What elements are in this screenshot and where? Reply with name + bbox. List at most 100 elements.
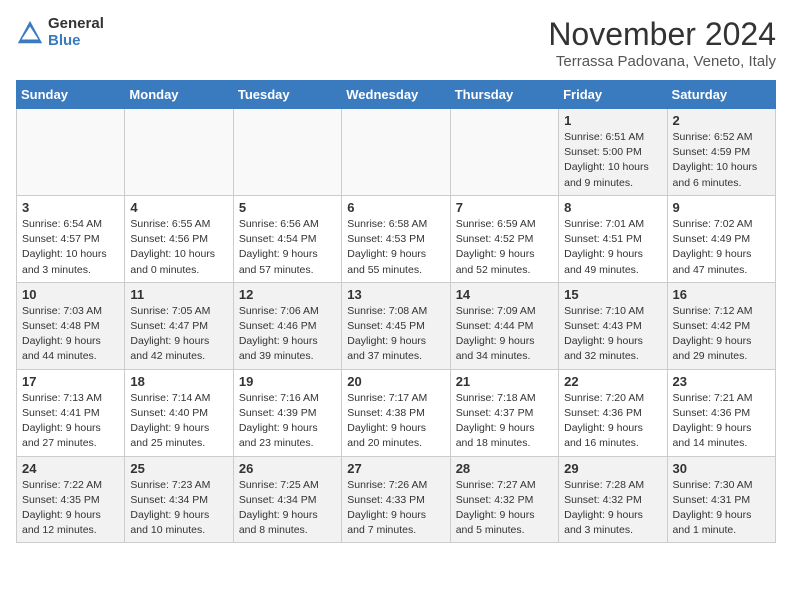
calendar-cell: 6 Sunrise: 6:58 AM Sunset: 4:53 PM Daylig… bbox=[342, 195, 450, 282]
calendar-week-row: 1 Sunrise: 6:51 AM Sunset: 5:00 PM Daylig… bbox=[17, 109, 776, 196]
day-number: 30 bbox=[673, 461, 770, 476]
calendar-cell: 7Sunrise: 6:59 AM Sunset: 4:52 PM Daylig… bbox=[450, 195, 558, 282]
calendar-cell: 21Sunrise: 7:18 AM Sunset: 4:37 PM Dayli… bbox=[450, 369, 558, 456]
calendar-cell: 11Sunrise: 7:05 AM Sunset: 4:47 PM Dayli… bbox=[125, 282, 233, 369]
day-number: 2 bbox=[673, 113, 770, 128]
calendar-week-row: 24 Sunrise: 7:22 AM Sunset: 4:35 PM Dayli… bbox=[17, 456, 776, 543]
day-number: 22 bbox=[564, 374, 661, 389]
cell-content: Sunrise: 7:09 AM Sunset: 4:44 PM Dayligh… bbox=[456, 304, 553, 365]
cell-content: Sunrise: 7:25 AM Sunset: 4:34 PM Dayligh… bbox=[239, 478, 336, 539]
day-number: 7 bbox=[456, 200, 553, 215]
calendar-cell: 22 Sunrise: 7:20 AM Sunset: 4:36 PM Dayli… bbox=[559, 369, 667, 456]
calendar-cell: 14Sunrise: 7:09 AM Sunset: 4:44 PM Dayli… bbox=[450, 282, 558, 369]
page-header: General Blue November 2024 Terrassa Pado… bbox=[16, 16, 776, 70]
calendar-header-row: SundayMondayTuesdayWednesdayThursdayFrid… bbox=[17, 81, 776, 109]
calendar-cell: 5 Sunrise: 6:56 AM Sunset: 4:54 PM Daylig… bbox=[233, 195, 341, 282]
day-number: 10 bbox=[22, 287, 119, 302]
calendar-cell: 3Sunrise: 6:54 AM Sunset: 4:57 PM Daylig… bbox=[17, 195, 125, 282]
day-number: 24 bbox=[22, 461, 119, 476]
day-number: 9 bbox=[673, 200, 770, 215]
calendar-cell: 13Sunrise: 7:08 AM Sunset: 4:45 PM Dayli… bbox=[342, 282, 450, 369]
cell-content: Sunrise: 7:18 AM Sunset: 4:37 PM Dayligh… bbox=[456, 391, 553, 452]
month-title: November 2024 bbox=[548, 16, 776, 53]
logo: General Blue bbox=[16, 16, 104, 49]
cell-content: Sunrise: 7:06 AM Sunset: 4:46 PM Dayligh… bbox=[239, 304, 336, 365]
day-number: 4 bbox=[130, 200, 227, 215]
calendar-cell: 17 Sunrise: 7:13 AM Sunset: 4:41 PM Dayli… bbox=[17, 369, 125, 456]
cell-content: Sunrise: 7:03 AM Sunset: 4:48 PM Dayligh… bbox=[22, 304, 119, 365]
calendar-cell: 4 Sunrise: 6:55 AM Sunset: 4:56 PM Daylig… bbox=[125, 195, 233, 282]
cell-content: Sunrise: 6:58 AM Sunset: 4:53 PM Dayligh… bbox=[347, 217, 444, 278]
col-header-friday: Friday bbox=[559, 81, 667, 109]
day-number: 8 bbox=[564, 200, 661, 215]
col-header-tuesday: Tuesday bbox=[233, 81, 341, 109]
col-header-wednesday: Wednesday bbox=[342, 81, 450, 109]
logo-icon bbox=[16, 19, 44, 47]
day-number: 15 bbox=[564, 287, 661, 302]
calendar-week-row: 17 Sunrise: 7:13 AM Sunset: 4:41 PM Dayli… bbox=[17, 369, 776, 456]
calendar-cell: 18 Sunrise: 7:14 AM Sunset: 4:40 PM Dayli… bbox=[125, 369, 233, 456]
cell-content: Sunrise: 6:56 AM Sunset: 4:54 PM Dayligh… bbox=[239, 217, 336, 278]
cell-content: Sunrise: 6:55 AM Sunset: 4:56 PM Dayligh… bbox=[130, 217, 227, 278]
calendar-cell: 20 Sunrise: 7:17 AM Sunset: 4:38 PM Dayli… bbox=[342, 369, 450, 456]
day-number: 26 bbox=[239, 461, 336, 476]
cell-content: Sunrise: 7:14 AM Sunset: 4:40 PM Dayligh… bbox=[130, 391, 227, 452]
day-number: 27 bbox=[347, 461, 444, 476]
calendar-cell: 12 Sunrise: 7:06 AM Sunset: 4:46 PM Dayli… bbox=[233, 282, 341, 369]
calendar-cell: 9 Sunrise: 7:02 AM Sunset: 4:49 PM Daylig… bbox=[667, 195, 775, 282]
cell-content: Sunrise: 7:13 AM Sunset: 4:41 PM Dayligh… bbox=[22, 391, 119, 452]
logo-blue-text: Blue bbox=[48, 33, 104, 50]
day-number: 29 bbox=[564, 461, 661, 476]
day-number: 25 bbox=[130, 461, 227, 476]
day-number: 18 bbox=[130, 374, 227, 389]
day-number: 5 bbox=[239, 200, 336, 215]
cell-content: Sunrise: 7:08 AM Sunset: 4:45 PM Dayligh… bbox=[347, 304, 444, 365]
calendar-cell: 2 Sunrise: 6:52 AM Sunset: 4:59 PM Daylig… bbox=[667, 109, 775, 196]
calendar-cell: 27 Sunrise: 7:26 AM Sunset: 4:33 PM Dayli… bbox=[342, 456, 450, 543]
col-header-saturday: Saturday bbox=[667, 81, 775, 109]
calendar-cell bbox=[342, 109, 450, 196]
cell-content: Sunrise: 7:26 AM Sunset: 4:33 PM Dayligh… bbox=[347, 478, 444, 539]
day-number: 17 bbox=[22, 374, 119, 389]
cell-content: Sunrise: 7:17 AM Sunset: 4:38 PM Dayligh… bbox=[347, 391, 444, 452]
cell-content: Sunrise: 7:27 AM Sunset: 4:32 PM Dayligh… bbox=[456, 478, 553, 539]
cell-content: Sunrise: 7:16 AM Sunset: 4:39 PM Dayligh… bbox=[239, 391, 336, 452]
cell-content: Sunrise: 7:22 AM Sunset: 4:35 PM Dayligh… bbox=[22, 478, 119, 539]
cell-content: Sunrise: 7:01 AM Sunset: 4:51 PM Dayligh… bbox=[564, 217, 661, 278]
cell-content: Sunrise: 7:20 AM Sunset: 4:36 PM Dayligh… bbox=[564, 391, 661, 452]
calendar-cell: 19Sunrise: 7:16 AM Sunset: 4:39 PM Dayli… bbox=[233, 369, 341, 456]
calendar-cell bbox=[450, 109, 558, 196]
calendar-cell bbox=[125, 109, 233, 196]
cell-content: Sunrise: 7:05 AM Sunset: 4:47 PM Dayligh… bbox=[130, 304, 227, 365]
day-number: 20 bbox=[347, 374, 444, 389]
col-header-thursday: Thursday bbox=[450, 81, 558, 109]
day-number: 6 bbox=[347, 200, 444, 215]
cell-content: Sunrise: 7:21 AM Sunset: 4:36 PM Dayligh… bbox=[673, 391, 770, 452]
cell-content: Sunrise: 6:52 AM Sunset: 4:59 PM Dayligh… bbox=[673, 130, 770, 191]
calendar-cell bbox=[17, 109, 125, 196]
col-header-sunday: Sunday bbox=[17, 81, 125, 109]
cell-content: Sunrise: 6:51 AM Sunset: 5:00 PM Dayligh… bbox=[564, 130, 661, 191]
location-subtitle: Terrassa Padovana, Veneto, Italy bbox=[548, 53, 776, 70]
calendar-cell: 30Sunrise: 7:30 AM Sunset: 4:31 PM Dayli… bbox=[667, 456, 775, 543]
calendar-cell: 15 Sunrise: 7:10 AM Sunset: 4:43 PM Dayli… bbox=[559, 282, 667, 369]
calendar-week-row: 3Sunrise: 6:54 AM Sunset: 4:57 PM Daylig… bbox=[17, 195, 776, 282]
cell-content: Sunrise: 7:02 AM Sunset: 4:49 PM Dayligh… bbox=[673, 217, 770, 278]
cell-content: Sunrise: 7:10 AM Sunset: 4:43 PM Dayligh… bbox=[564, 304, 661, 365]
calendar-cell bbox=[233, 109, 341, 196]
col-header-monday: Monday bbox=[125, 81, 233, 109]
title-area: November 2024 Terrassa Padovana, Veneto,… bbox=[548, 16, 776, 70]
day-number: 28 bbox=[456, 461, 553, 476]
calendar-cell: 24 Sunrise: 7:22 AM Sunset: 4:35 PM Dayli… bbox=[17, 456, 125, 543]
calendar-cell: 28 Sunrise: 7:27 AM Sunset: 4:32 PM Dayli… bbox=[450, 456, 558, 543]
day-number: 1 bbox=[564, 113, 661, 128]
day-number: 12 bbox=[239, 287, 336, 302]
cell-content: Sunrise: 7:28 AM Sunset: 4:32 PM Dayligh… bbox=[564, 478, 661, 539]
calendar-cell: 29 Sunrise: 7:28 AM Sunset: 4:32 PM Dayli… bbox=[559, 456, 667, 543]
calendar-cell: 8 Sunrise: 7:01 AM Sunset: 4:51 PM Daylig… bbox=[559, 195, 667, 282]
cell-content: Sunrise: 6:54 AM Sunset: 4:57 PM Dayligh… bbox=[22, 217, 119, 278]
calendar-cell: 10 Sunrise: 7:03 AM Sunset: 4:48 PM Dayli… bbox=[17, 282, 125, 369]
day-number: 23 bbox=[673, 374, 770, 389]
calendar-cell: 25 Sunrise: 7:23 AM Sunset: 4:34 PM Dayli… bbox=[125, 456, 233, 543]
cell-content: Sunrise: 7:23 AM Sunset: 4:34 PM Dayligh… bbox=[130, 478, 227, 539]
